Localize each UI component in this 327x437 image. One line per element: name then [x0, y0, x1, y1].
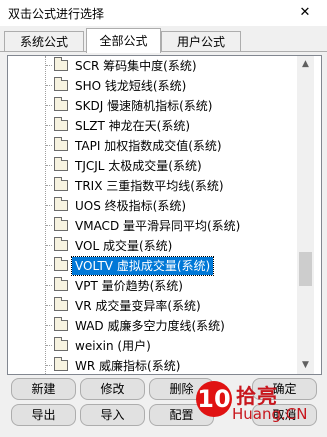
scroll-down-arrow-icon[interactable]: ▼: [297, 357, 314, 374]
list-item-label: VOL 成交量(系统): [75, 239, 173, 253]
folder-icon: [54, 117, 68, 131]
tree-branch: [46, 125, 52, 126]
folder-icon: [54, 297, 68, 311]
list-item[interactable]: SHO 钱龙短线(系统): [8, 76, 297, 96]
list-item-label: SKDJ 慢速随机指标(系统): [75, 99, 213, 113]
tree-branch: [46, 205, 52, 206]
folder-icon: [54, 197, 68, 211]
tree-branch: [46, 165, 52, 166]
watermark-logo: 10: [196, 381, 232, 417]
folder-icon: [54, 137, 68, 151]
list-item-label: WR 威廉指标(系统): [75, 359, 181, 373]
list-item-label: TAPI 加权指数成交值(系统): [75, 139, 222, 153]
tree-branch: [46, 285, 52, 286]
list-item[interactable]: SLZT 神龙在天(系统): [8, 116, 297, 136]
tree-branch: [46, 325, 52, 326]
folder-icon: [54, 357, 68, 371]
list-item-label: VR 成交量变异率(系统): [75, 299, 201, 313]
tree-branch: [46, 65, 52, 66]
folder-icon: [54, 57, 68, 71]
folder-icon: [54, 217, 68, 231]
tree-branch: [46, 365, 52, 366]
window-title: 双击公式进行选择: [8, 7, 105, 21]
list-item[interactable]: VMACD 量平滑异同平均(系统): [8, 216, 297, 236]
list-item-label: VPT 量价趋势(系统): [75, 279, 183, 293]
list-item[interactable]: TAPI 加权指数成交值(系统): [8, 136, 297, 156]
list-item-label: SHO 钱龙短线(系统): [75, 79, 187, 93]
list-item-label: SLZT 神龙在天(系统): [75, 119, 191, 133]
tree-branch: [46, 85, 52, 86]
folder-icon: [54, 337, 68, 351]
formula-tree-list[interactable]: SCR 筹码集中度(系统) SHO 钱龙短线(系统) SKDJ 慢速随机指标(系…: [7, 55, 322, 375]
tree-branch: [46, 225, 52, 226]
tab-all-formulas[interactable]: 全部公式: [86, 28, 161, 53]
folder-icon: [54, 97, 68, 111]
list-item-selected[interactable]: VOLTV 虚拟成交量(系统): [8, 256, 297, 276]
list-item[interactable]: SKDJ 慢速随机指标(系统): [8, 96, 297, 116]
list-item[interactable]: SCR 筹码集中度(系统): [8, 56, 297, 76]
list-item-label: TRIX 三重指数平均线(系统): [75, 179, 224, 193]
list-item[interactable]: TRIX 三重指数平均线(系统): [8, 176, 297, 196]
list-item-label: UOS 终极指标(系统): [75, 199, 187, 213]
tree-branch: [46, 145, 52, 146]
scroll-up-arrow-icon[interactable]: ▲: [297, 56, 314, 73]
modify-button[interactable]: 修改: [80, 378, 145, 400]
list-item-label: VMACD 量平滑异同平均(系统): [75, 219, 241, 233]
folder-icon: [54, 277, 68, 291]
tab-system-formulas[interactable]: 系统公式: [4, 31, 84, 52]
title-bar: 双击公式进行选择 ✕: [0, 0, 327, 27]
tree-branch: [46, 185, 52, 186]
new-button[interactable]: 新建: [11, 378, 76, 400]
list-item[interactable]: TJCJL 太极成交量(系统): [8, 156, 297, 176]
vertical-scrollbar[interactable]: ▲ ▼: [297, 56, 314, 374]
scrollbar-thumb[interactable]: [299, 252, 312, 286]
folder-icon: [54, 237, 68, 251]
tree-branch: [46, 305, 52, 306]
list-item[interactable]: VR 成交量变异率(系统): [8, 296, 297, 316]
list-item[interactable]: VOL 成交量(系统): [8, 236, 297, 256]
list-item[interactable]: WR 威廉指标(系统): [8, 356, 297, 374]
list-item[interactable]: WAD 威廉多空力度线(系统): [8, 316, 297, 336]
watermark-text-bottom: Huang.CN: [232, 405, 308, 423]
close-icon[interactable]: ✕: [290, 2, 320, 24]
list-item[interactable]: UOS 终极指标(系统): [8, 196, 297, 216]
list-item-label: VOLTV 虚拟成交量(系统): [70, 256, 215, 276]
list-item-label: weixin (用户): [75, 339, 151, 353]
folder-icon: [54, 177, 68, 191]
list-item[interactable]: VPT 量价趋势(系统): [8, 276, 297, 296]
export-button[interactable]: 导出: [11, 404, 76, 426]
list-item[interactable]: weixin (用户): [8, 336, 297, 356]
tree-branch: [46, 265, 52, 266]
tree-branch: [46, 245, 52, 246]
list-item-label: TJCJL 太极成交量(系统): [75, 159, 202, 173]
tab-user-formulas[interactable]: 用户公式: [161, 31, 241, 52]
list-item-label: WAD 威廉多空力度线(系统): [75, 319, 225, 333]
import-button[interactable]: 导入: [80, 404, 145, 426]
folder-icon: [54, 77, 68, 91]
tab-strip: 系统公式 全部公式 用户公式: [0, 26, 327, 53]
folder-icon: [54, 317, 68, 331]
folder-icon: [54, 257, 68, 271]
list-item-label: SCR 筹码集中度(系统): [75, 59, 197, 73]
folder-icon: [54, 157, 68, 171]
tree-branch: [46, 105, 52, 106]
tree-branch: [46, 345, 52, 346]
